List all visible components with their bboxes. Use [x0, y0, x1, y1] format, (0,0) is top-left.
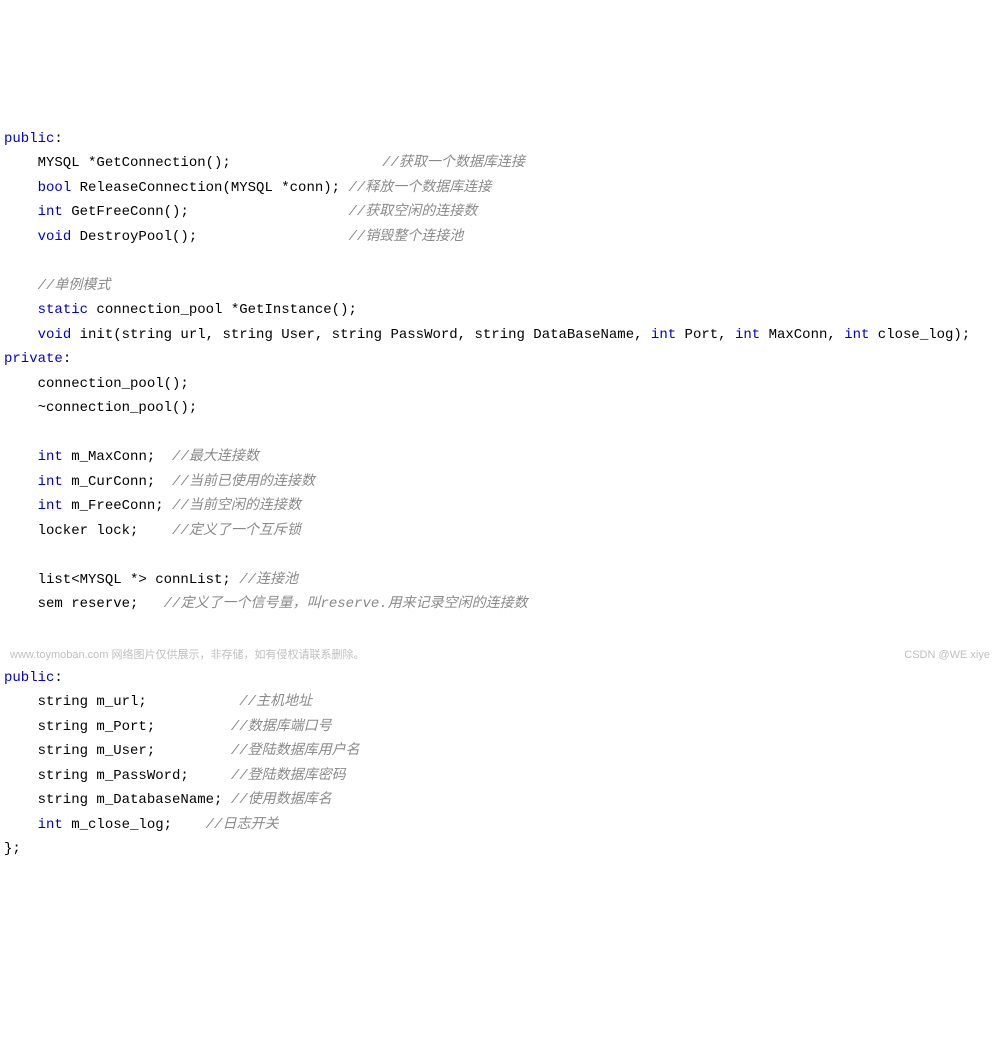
comment: //数据库端口号 — [231, 719, 332, 735]
comment: //单例模式 — [38, 278, 111, 294]
code-text: m_close_log; — [63, 817, 206, 833]
keyword: private — [4, 351, 63, 367]
code-text: init(string url, string User, string Pas… — [71, 327, 651, 343]
keyword: public — [4, 670, 54, 686]
comment: //登陆数据库密码 — [231, 768, 346, 784]
code-text — [4, 180, 38, 196]
code-text: string m_Port; — [4, 719, 231, 735]
keyword: int — [735, 327, 760, 343]
comment: //主机地址 — [239, 694, 312, 710]
comment: //定义了一个信号量，叫reserve.用来记录空闲的连接数 — [164, 596, 528, 612]
keyword: int — [38, 474, 63, 490]
code-text: close_log); — [869, 327, 970, 343]
code-text: string m_User; — [4, 743, 231, 759]
code-text: MaxConn, — [760, 327, 844, 343]
comment: //获取一个数据库连接 — [382, 155, 525, 171]
code-text — [4, 278, 38, 294]
keyword: void — [38, 229, 72, 245]
comment: //日志开关 — [206, 817, 279, 833]
comment: //释放一个数据库连接 — [348, 180, 491, 196]
keyword: bool — [38, 180, 72, 196]
keyword: void — [38, 327, 72, 343]
comment: //使用数据库名 — [231, 792, 332, 808]
code-text: }; — [4, 841, 21, 857]
keyword: public — [4, 131, 54, 147]
code-text: m_FreeConn; — [63, 498, 172, 514]
code-text: : — [54, 670, 62, 686]
comment: //销毁整个连接池 — [348, 229, 463, 245]
code-text: m_MaxConn; — [63, 449, 172, 465]
code-text — [4, 449, 38, 465]
code-text: string m_PassWord; — [4, 768, 231, 784]
keyword: int — [38, 817, 63, 833]
watermark-right: CSDN @WE xiye — [904, 646, 990, 665]
code-text — [4, 474, 38, 490]
keyword: int — [844, 327, 869, 343]
comment: //登陆数据库用户名 — [231, 743, 360, 759]
code-text: string m_url; — [4, 694, 239, 710]
comment: //当前已使用的连接数 — [172, 474, 315, 490]
comment: //定义了一个互斥锁 — [172, 523, 301, 539]
comment: //获取空闲的连接数 — [348, 204, 477, 220]
keyword: int — [38, 498, 63, 514]
comment: //连接池 — [239, 572, 298, 588]
keyword: int — [651, 327, 676, 343]
code-text: DestroyPool(); — [71, 229, 348, 245]
code-text: locker lock; — [4, 523, 172, 539]
comment: //最大连接数 — [172, 449, 259, 465]
code-text: string m_DatabaseName; — [4, 792, 231, 808]
code-text: sem reserve; — [4, 596, 164, 612]
code-text: connection_pool *GetInstance(); — [88, 302, 357, 318]
code-text — [4, 229, 38, 245]
code-text — [4, 498, 38, 514]
code-text — [4, 327, 38, 343]
code-block: public: MYSQL *GetConnection(); //获取一个数据… — [0, 102, 1000, 862]
code-text — [4, 302, 38, 318]
code-text: MYSQL *GetConnection(); — [4, 155, 382, 171]
keyword: int — [38, 449, 63, 465]
watermark-left: www.toymoban.com 网络图片仅供展示，非存储，如有侵权请联系删除。 — [10, 646, 364, 665]
code-text: ~connection_pool(); — [4, 400, 197, 416]
code-text — [4, 817, 38, 833]
code-text: GetFreeConn(); — [63, 204, 349, 220]
code-text: : — [63, 351, 71, 367]
code-text: m_CurConn; — [63, 474, 172, 490]
code-text: connection_pool(); — [4, 376, 189, 392]
keyword: int — [38, 204, 63, 220]
code-text — [4, 204, 38, 220]
code-text: list<MYSQL *> connList; — [4, 572, 239, 588]
code-text: Port, — [676, 327, 735, 343]
keyword: static — [38, 302, 88, 318]
code-text: ReleaseConnection(MYSQL *conn); — [71, 180, 348, 196]
code-text: : — [54, 131, 62, 147]
comment: //当前空闲的连接数 — [172, 498, 301, 514]
